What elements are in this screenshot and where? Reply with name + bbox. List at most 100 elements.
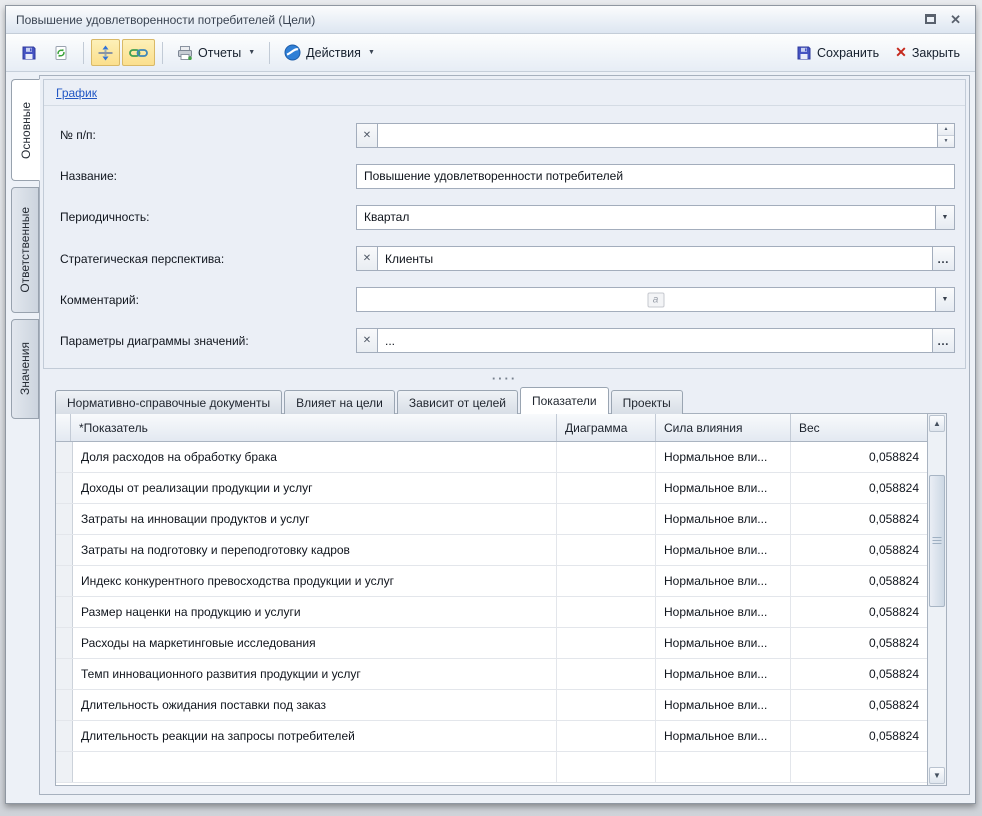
- number-field[interactable]: ✕ ▲ ▼: [356, 123, 955, 148]
- diagram-params-value[interactable]: ...: [378, 329, 932, 352]
- cell-indicator[interactable]: Длительность реакции на запросы потребит…: [73, 721, 557, 751]
- cell-influence[interactable]: [656, 752, 791, 782]
- table-row[interactable]: Длительность реакции на запросы потребит…: [56, 721, 927, 752]
- table-row[interactable]: Длительность ожидания поставки под заказ…: [56, 690, 927, 721]
- reports-dropdown-button[interactable]: Отчеты ▼: [170, 39, 262, 66]
- cell-influence[interactable]: Нормальное вли...: [656, 473, 791, 503]
- row-selector[interactable]: [56, 628, 73, 658]
- splitter-handle[interactable]: ····: [42, 370, 967, 387]
- clear-icon[interactable]: ✕: [357, 329, 378, 352]
- window-close-button[interactable]: ✕: [950, 13, 961, 26]
- cell-weight[interactable]: 0,058824: [791, 566, 927, 596]
- scroll-up-icon[interactable]: ▲: [929, 415, 945, 432]
- side-tab-osnovnye[interactable]: Основные: [11, 79, 40, 181]
- scroll-down-icon[interactable]: ▼: [929, 767, 945, 784]
- actions-dropdown-button[interactable]: Действия ▼: [277, 39, 382, 66]
- cell-diagram[interactable]: [557, 659, 656, 689]
- row-selector[interactable]: [56, 504, 73, 534]
- cell-influence[interactable]: Нормальное вли...: [656, 628, 791, 658]
- row-selector[interactable]: [56, 566, 73, 596]
- link-toggle-button[interactable]: [122, 39, 155, 66]
- name-field[interactable]: Повышение удовлетворенности потребителей: [356, 164, 955, 189]
- side-tab-znacheniya[interactable]: Значения: [11, 319, 39, 419]
- vertical-scrollbar[interactable]: ▲ ▼: [927, 414, 946, 785]
- clear-icon[interactable]: ✕: [357, 124, 378, 147]
- perspective-value[interactable]: Клиенты: [378, 247, 932, 270]
- periodicity-field[interactable]: Квартал ▼: [356, 205, 955, 230]
- cell-indicator[interactable]: Затраты на подготовку и переподготовку к…: [73, 535, 557, 565]
- cell-influence[interactable]: Нормальное вли...: [656, 597, 791, 627]
- table-row-partial[interactable]: [56, 752, 927, 783]
- cell-diagram[interactable]: [557, 690, 656, 720]
- side-tab-otvetstvennye[interactable]: Ответственные: [11, 187, 39, 313]
- cell-indicator[interactable]: Расходы на маркетинговые исследования: [73, 628, 557, 658]
- row-selector[interactable]: [56, 442, 73, 472]
- row-autoheight-toggle-button[interactable]: [91, 39, 120, 66]
- table-row[interactable]: Расходы на маркетинговые исследования Нор…: [56, 628, 927, 659]
- name-value[interactable]: Повышение удовлетворенности потребителей: [357, 165, 954, 188]
- cell-weight[interactable]: [791, 752, 927, 782]
- spinner-down-icon[interactable]: ▼: [938, 136, 954, 147]
- cell-diagram[interactable]: [557, 721, 656, 751]
- column-header-indicator[interactable]: *Показатель: [71, 414, 557, 441]
- comment-value[interactable]: [357, 288, 935, 311]
- cell-influence[interactable]: Нормальное вли...: [656, 721, 791, 751]
- column-header-weight[interactable]: Вес: [791, 414, 927, 441]
- tab-influences-goals[interactable]: Влияет на цели: [284, 390, 395, 414]
- table-row[interactable]: Темп инновационного развития продукции и…: [56, 659, 927, 690]
- cell-weight[interactable]: 0,058824: [791, 442, 927, 472]
- maximize-button[interactable]: [925, 11, 936, 29]
- column-header-diagram[interactable]: Диаграмма: [557, 414, 656, 441]
- cell-diagram[interactable]: [557, 473, 656, 503]
- table-row[interactable]: Индекс конкурентного превосходства проду…: [56, 566, 927, 597]
- cell-diagram[interactable]: [557, 597, 656, 627]
- cell-weight[interactable]: 0,058824: [791, 659, 927, 689]
- cell-diagram[interactable]: [557, 504, 656, 534]
- tab-indicators[interactable]: Показатели: [520, 387, 609, 414]
- row-selector[interactable]: [56, 659, 73, 689]
- ellipsis-button[interactable]: …: [932, 247, 954, 270]
- table-row[interactable]: Размер наценки на продукцию и услуги Норм…: [56, 597, 927, 628]
- cell-indicator[interactable]: Размер наценки на продукцию и услуги: [73, 597, 557, 627]
- cell-influence[interactable]: Нормальное вли...: [656, 659, 791, 689]
- row-selector[interactable]: [56, 721, 73, 751]
- close-button[interactable]: ✕ Закрыть: [888, 39, 967, 66]
- cell-weight[interactable]: 0,058824: [791, 690, 927, 720]
- table-row[interactable]: Затраты на подготовку и переподготовку к…: [56, 535, 927, 566]
- row-selector[interactable]: [56, 597, 73, 627]
- save-button[interactable]: Сохранить: [789, 39, 886, 66]
- cell-indicator[interactable]: Индекс конкурентного превосходства проду…: [73, 566, 557, 596]
- table-row[interactable]: Доходы от реализации продукции и услуг Но…: [56, 473, 927, 504]
- cell-indicator[interactable]: Доходы от реализации продукции и услуг: [73, 473, 557, 503]
- cell-diagram[interactable]: [557, 566, 656, 596]
- cell-weight[interactable]: 0,058824: [791, 473, 927, 503]
- cell-influence[interactable]: Нормальное вли...: [656, 535, 791, 565]
- column-header-influence[interactable]: Сила влияния: [656, 414, 791, 441]
- cell-weight[interactable]: 0,058824: [791, 597, 927, 627]
- table-row[interactable]: Доля расходов на обработку брака Нормальн…: [56, 442, 927, 473]
- cell-weight[interactable]: 0,058824: [791, 628, 927, 658]
- tab-normative-documents[interactable]: Нормативно-справочные документы: [55, 390, 282, 414]
- row-selector[interactable]: [56, 535, 73, 565]
- cell-weight[interactable]: 0,058824: [791, 535, 927, 565]
- tab-depends-on-goals[interactable]: Зависит от целей: [397, 390, 518, 414]
- scrollbar-track[interactable]: [929, 433, 945, 766]
- cell-indicator[interactable]: Затраты на инновации продуктов и услуг: [73, 504, 557, 534]
- cell-indicator[interactable]: Темп инновационного развития продукции и…: [73, 659, 557, 689]
- cell-diagram[interactable]: [557, 535, 656, 565]
- number-spinner[interactable]: ▲ ▼: [937, 124, 954, 147]
- graph-link[interactable]: График: [56, 86, 97, 100]
- row-selector[interactable]: [56, 473, 73, 503]
- table-row[interactable]: Затраты на инновации продуктов и услугНо…: [56, 504, 927, 535]
- cell-weight[interactable]: 0,058824: [791, 504, 927, 534]
- cell-influence[interactable]: Нормальное вли...: [656, 690, 791, 720]
- cell-indicator[interactable]: [73, 752, 557, 782]
- cell-diagram[interactable]: [557, 752, 656, 782]
- cell-indicator[interactable]: Доля расходов на обработку брака: [73, 442, 557, 472]
- cell-influence[interactable]: Нормальное вли...: [656, 442, 791, 472]
- comment-field[interactable]: a ▼: [356, 287, 955, 312]
- row-selector[interactable]: [56, 690, 73, 720]
- row-selector[interactable]: [56, 752, 73, 782]
- save-icon-button[interactable]: [14, 39, 44, 66]
- cell-weight[interactable]: 0,058824: [791, 721, 927, 751]
